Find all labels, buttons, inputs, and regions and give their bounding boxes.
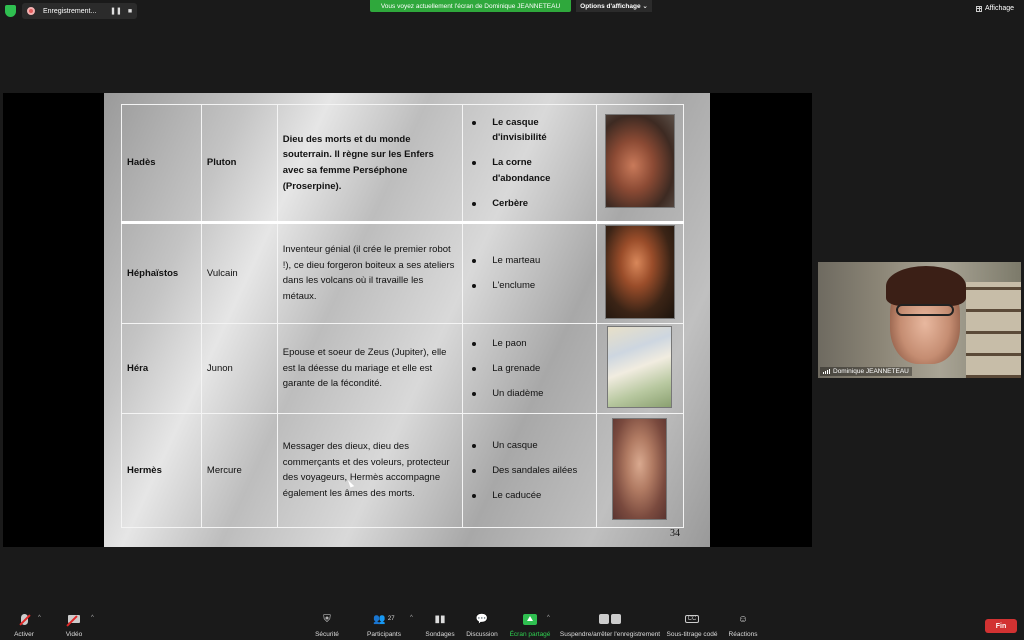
stop-recording-icon[interactable]: ■: [123, 8, 137, 15]
video-label: Vidéo: [65, 631, 83, 638]
bookshelf-background: [966, 282, 1021, 378]
share-screen-button[interactable]: Écran partagé: [490, 607, 570, 638]
attributes-list: Un casque Des sandales ailées Le caducée: [468, 438, 591, 504]
microphone-muted-icon: [20, 613, 28, 625]
greek-name-cell: Héra: [121, 322, 202, 414]
attribute-item: L'enclume: [472, 278, 591, 293]
attributes-cell: Le casque d'invisibilité La corne d'abond…: [462, 104, 597, 224]
table-row: Héra Junon Epouse et soeur de Zeus (Jupite…: [121, 322, 685, 414]
reactions-button[interactable]: ☺ Réactions: [703, 607, 783, 639]
recording-indicator: Enregistrement... ❚❚ ■: [22, 3, 137, 19]
grid-view-icon: [976, 5, 982, 12]
unmute-label: Activer: [14, 631, 34, 638]
attribute-item: Le caducée: [472, 488, 591, 503]
share-options-caret-icon[interactable]: ^: [547, 615, 550, 621]
participant-name: Dominique JEANNETEAU: [833, 368, 909, 375]
participants-icon: 👥: [373, 613, 386, 625]
end-meeting-button[interactable]: Fin: [985, 619, 1017, 633]
security-shield-icon[interactable]: [5, 5, 16, 17]
view-toggle-label: Affichage: [985, 5, 1015, 12]
view-options-label: Options d'affichage: [580, 2, 641, 10]
participant-hair: [886, 266, 966, 306]
attribute-item: La corne d'abondance: [472, 155, 591, 185]
attributes-cell: Un casque Des sandales ailées Le caducée: [462, 412, 597, 528]
screen-share-banner: Vous voyez actuellement l'écran de Domin…: [370, 0, 571, 12]
greek-name-cell: Héphaïstos: [121, 221, 202, 324]
attribute-item: La grenade: [472, 361, 591, 376]
attribute-item: Des sandales ailées: [472, 463, 591, 478]
attributes-cell: Le paon La grenade Un diadème: [462, 322, 597, 414]
image-cell: [595, 412, 685, 528]
shield-icon: ⛨: [323, 613, 331, 625]
greek-name-cell: Hermès: [121, 412, 202, 528]
share-screen-label: Écran partagé: [509, 631, 551, 638]
description-cell: Epouse et soeur de Zeus (Jupiter), elle …: [276, 322, 464, 414]
pause-recording-icon[interactable]: ❚❚: [109, 7, 123, 15]
description-cell: Messager des dieux, dieu des commerçants…: [276, 412, 464, 528]
image-cell: [595, 221, 685, 324]
hades-painting: [604, 114, 675, 209]
table-row: Hermès Mercure Messager des dieux, dieu de…: [121, 412, 685, 528]
recording-controls-button[interactable]: Suspendre/arrêter l'enregistrement: [560, 607, 660, 638]
attributes-list: Le casque d'invisibilité La corne d'abond…: [468, 115, 591, 211]
image-cell: [595, 104, 685, 224]
participants-count: 27: [387, 616, 395, 622]
attributes-list: Le marteau L'enclume: [468, 253, 591, 293]
slide-page-number: 34: [670, 528, 680, 539]
top-bar: Enregistrement... ❚❚ ■ Vous voyez actuel…: [0, 0, 1024, 22]
chat-bubble-icon: 💬: [475, 613, 489, 625]
presentation-slide: Hadès Pluton Dieu des morts et du monde so…: [104, 93, 710, 547]
reactions-label: Réactions: [728, 631, 758, 638]
greek-name-cell: Hadès: [121, 104, 202, 224]
signal-strength-icon: [823, 369, 830, 374]
roman-name-cell: Pluton: [200, 104, 278, 224]
hera-painting: [607, 325, 673, 408]
record-dot-icon: [27, 7, 35, 15]
recording-label: Enregistrement...: [43, 7, 97, 15]
pause-stop-recording-icon: [599, 614, 621, 624]
attributes-list: Le paon La grenade Un diadème: [468, 336, 591, 402]
attribute-item: Le marteau: [472, 253, 591, 268]
share-screen-icon: [523, 613, 537, 625]
roman-name-cell: Vulcain: [200, 221, 278, 324]
attribute-item: Le paon: [472, 336, 591, 351]
image-cell: [595, 322, 685, 414]
view-toggle-button[interactable]: Affichage: [976, 5, 1014, 12]
roman-name-cell: Mercure: [200, 412, 278, 528]
participant-video-tile[interactable]: Dominique JEANNETEAU: [818, 262, 1021, 378]
attribute-item: Un diadème: [472, 386, 591, 401]
participants-label: Participants: [367, 631, 401, 638]
description-cell: Inventeur génial (il crée le premier rob…: [276, 221, 464, 324]
video-off-icon: [68, 615, 80, 623]
attribute-item: Le casque d'invisibilité: [472, 115, 591, 145]
attribute-item: Cerbère: [472, 196, 591, 211]
view-options-button[interactable]: Options d'affichage ⌄: [576, 0, 652, 12]
recording-controls-label: Suspendre/arrêter l'enregistrement: [559, 631, 661, 638]
gods-table: Hadès Pluton Dieu des morts et du monde so…: [121, 104, 685, 528]
description-cell: Dieu des morts et du monde souterrain. I…: [276, 104, 464, 224]
security-label: Sécurité: [315, 631, 339, 638]
attribute-item: Un casque: [472, 438, 591, 453]
chevron-down-icon: ⌄: [642, 3, 648, 10]
closed-captions-icon: CC: [684, 615, 700, 623]
participant-name-tag: Dominique JEANNETEAU: [820, 367, 912, 376]
hermes-painting: [612, 417, 668, 520]
video-options-caret-icon[interactable]: ^: [91, 615, 94, 621]
table-row: Hadès Pluton Dieu des morts et du monde so…: [121, 104, 685, 224]
hephaistos-painting: [604, 224, 675, 319]
meeting-toolbar: Activer ^ Vidéo ^ ⛨ Sécurité 👥 27 Partici…: [0, 607, 1024, 640]
roman-name-cell: Junon: [200, 322, 278, 414]
smiley-icon: ☺: [737, 613, 749, 625]
table-row: Héphaïstos Vulcain Inventeur génial (il cr…: [121, 221, 685, 324]
attributes-cell: Le marteau L'enclume: [462, 221, 597, 324]
participant-glasses: [896, 304, 954, 316]
video-button[interactable]: Vidéo: [34, 607, 114, 638]
